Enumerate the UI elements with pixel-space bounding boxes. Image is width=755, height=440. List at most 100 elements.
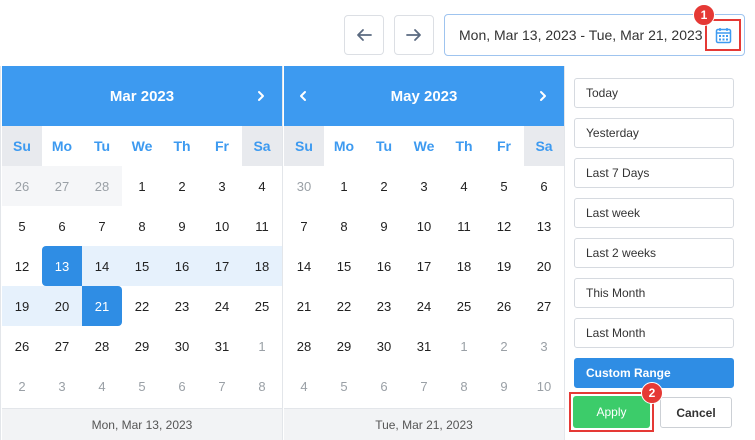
day-cell[interactable]: 30 — [284, 166, 324, 206]
day-cell[interactable]: 12 — [2, 246, 42, 286]
day-cell[interactable]: 9 — [364, 206, 404, 246]
day-cell[interactable]: 7 — [404, 366, 444, 406]
day-cell[interactable]: 31 — [404, 326, 444, 366]
day-cell[interactable]: 25 — [242, 286, 282, 326]
day-cell[interactable]: 13 — [42, 246, 82, 286]
day-cell[interactable]: 30 — [364, 326, 404, 366]
day-cell[interactable]: 23 — [162, 286, 202, 326]
day-cell[interactable]: 2 — [484, 326, 524, 366]
prev-month-button[interactable] — [294, 87, 312, 105]
range-last-month[interactable]: Last Month — [574, 318, 734, 348]
day-cell[interactable]: 11 — [444, 206, 484, 246]
range-today[interactable]: Today — [574, 78, 734, 108]
next-range-button[interactable] — [394, 15, 434, 55]
day-cell[interactable]: 10 — [202, 206, 242, 246]
day-cell[interactable]: 3 — [42, 366, 82, 406]
day-cell[interactable]: 4 — [444, 166, 484, 206]
range-this-month[interactable]: This Month — [574, 278, 734, 308]
range-last-2-weeks[interactable]: Last 2 weeks — [574, 238, 734, 268]
day-cell[interactable]: 18 — [242, 246, 282, 286]
day-cell[interactable]: 8 — [444, 366, 484, 406]
day-cell[interactable]: 8 — [324, 206, 364, 246]
day-cell[interactable]: 12 — [484, 206, 524, 246]
day-cell[interactable]: 16 — [162, 246, 202, 286]
next-month-button-right[interactable] — [534, 87, 552, 105]
day-cell[interactable]: 10 — [524, 366, 564, 406]
day-cell[interactable]: 7 — [284, 206, 324, 246]
day-cell[interactable]: 26 — [2, 166, 42, 206]
day-cell[interactable]: 22 — [122, 286, 162, 326]
day-cell[interactable]: 8 — [122, 206, 162, 246]
day-cell[interactable]: 4 — [242, 166, 282, 206]
day-cell[interactable]: 6 — [162, 366, 202, 406]
day-cell[interactable]: 27 — [42, 166, 82, 206]
next-month-button[interactable] — [252, 87, 270, 105]
range-yesterday[interactable]: Yesterday — [574, 118, 734, 148]
day-cell[interactable]: 6 — [42, 206, 82, 246]
day-cell[interactable]: 25 — [444, 286, 484, 326]
day-cell[interactable]: 1 — [242, 326, 282, 366]
day-cell[interactable]: 23 — [364, 286, 404, 326]
day-cell[interactable]: 28 — [82, 166, 122, 206]
day-cell[interactable]: 29 — [122, 326, 162, 366]
day-cell[interactable]: 18 — [444, 246, 484, 286]
day-cell[interactable]: 20 — [524, 246, 564, 286]
day-cell[interactable]: 1 — [122, 166, 162, 206]
day-cell[interactable]: 4 — [82, 366, 122, 406]
day-cell[interactable]: 2 — [2, 366, 42, 406]
day-cell[interactable]: 7 — [82, 206, 122, 246]
day-cell[interactable]: 2 — [162, 166, 202, 206]
day-cell[interactable]: 6 — [524, 166, 564, 206]
day-cell[interactable]: 3 — [202, 166, 242, 206]
day-cell[interactable]: 17 — [202, 246, 242, 286]
day-cell[interactable]: 14 — [82, 246, 122, 286]
day-cell[interactable]: 19 — [2, 286, 42, 326]
day-cell[interactable]: 31 — [202, 326, 242, 366]
day-cell[interactable]: 5 — [324, 366, 364, 406]
day-cell[interactable]: 27 — [524, 286, 564, 326]
day-cell[interactable]: 21 — [82, 286, 122, 326]
day-cell[interactable]: 14 — [284, 246, 324, 286]
day-cell[interactable]: 26 — [2, 326, 42, 366]
apply-button[interactable]: Apply — [573, 396, 650, 428]
day-cell[interactable]: 9 — [162, 206, 202, 246]
day-cell[interactable]: 10 — [404, 206, 444, 246]
day-cell[interactable]: 7 — [202, 366, 242, 406]
day-cell[interactable]: 20 — [42, 286, 82, 326]
day-cell[interactable]: 1 — [444, 326, 484, 366]
range-last-7-days[interactable]: Last 7 Days — [574, 158, 734, 188]
day-cell[interactable]: 19 — [484, 246, 524, 286]
day-cell[interactable]: 2 — [364, 166, 404, 206]
day-cell[interactable]: 3 — [404, 166, 444, 206]
day-cell[interactable]: 9 — [484, 366, 524, 406]
day-cell[interactable]: 22 — [324, 286, 364, 326]
prev-range-button[interactable] — [344, 15, 384, 55]
day-cell[interactable]: 6 — [364, 366, 404, 406]
day-cell[interactable]: 1 — [324, 166, 364, 206]
day-cell[interactable]: 8 — [242, 366, 282, 406]
day-cell[interactable]: 24 — [404, 286, 444, 326]
day-cell[interactable]: 29 — [324, 326, 364, 366]
day-cell[interactable]: 5 — [122, 366, 162, 406]
day-cell[interactable]: 5 — [484, 166, 524, 206]
day-cell[interactable]: 17 — [404, 246, 444, 286]
week-row: 26 27 28 1 2 3 4 — [2, 166, 283, 206]
day-cell[interactable]: 27 — [42, 326, 82, 366]
day-cell[interactable]: 21 — [284, 286, 324, 326]
day-cell[interactable]: 11 — [242, 206, 282, 246]
day-cell[interactable]: 28 — [82, 326, 122, 366]
day-cell[interactable]: 24 — [202, 286, 242, 326]
day-cell[interactable]: 28 — [284, 326, 324, 366]
day-cell[interactable]: 3 — [524, 326, 564, 366]
day-cell[interactable]: 16 — [364, 246, 404, 286]
day-cell[interactable]: 13 — [524, 206, 564, 246]
day-cell[interactable]: 15 — [122, 246, 162, 286]
day-cell[interactable]: 15 — [324, 246, 364, 286]
day-cell[interactable]: 4 — [284, 366, 324, 406]
day-cell[interactable]: 30 — [162, 326, 202, 366]
day-cell[interactable]: 26 — [484, 286, 524, 326]
range-last-week[interactable]: Last week — [574, 198, 734, 228]
cancel-button[interactable]: Cancel — [660, 397, 732, 428]
day-cell[interactable]: 5 — [2, 206, 42, 246]
calendar-left: Mar 2023 Su Mo Tu We Th Fr Sa 26 27 28 1 2 3 4 5 6 7 8 9 10… — [2, 66, 283, 440]
